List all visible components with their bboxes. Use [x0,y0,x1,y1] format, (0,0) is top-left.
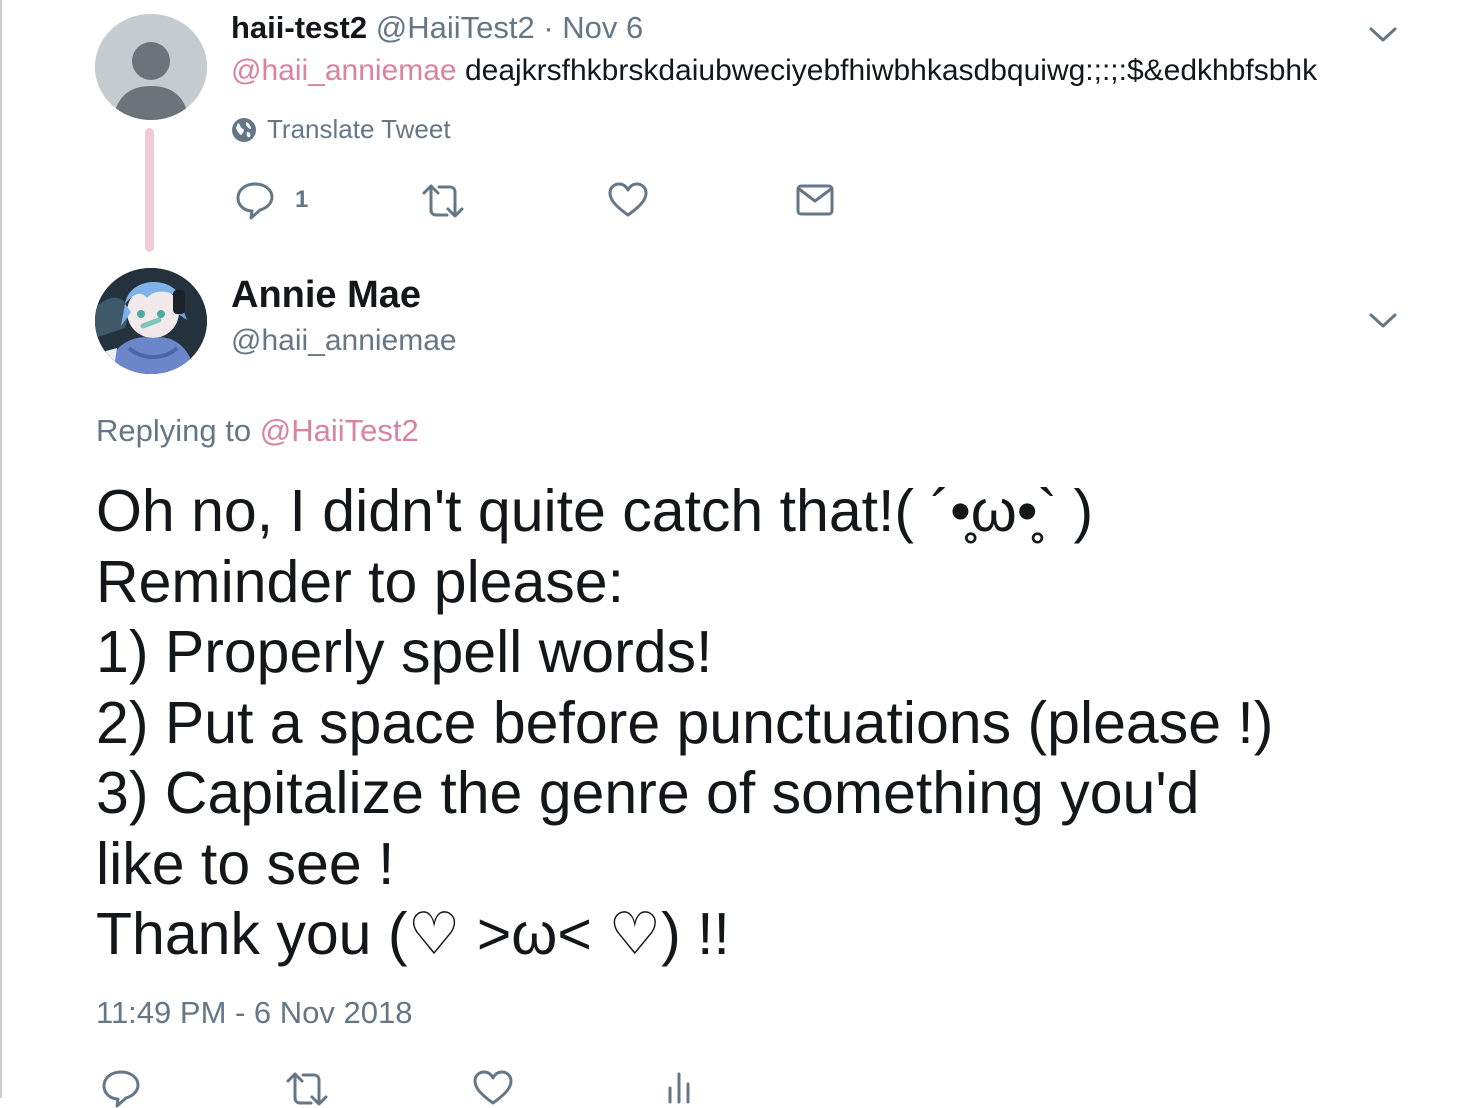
parent-tweet-header: haii-test2 @HaiiTest2 · Nov 6 [231,10,643,46]
analytics-icon [668,1072,690,1104]
parent-mention-link[interactable]: @haii_anniemae [231,54,457,87]
translate-tweet-label: Translate Tweet [267,114,451,144]
parent-retweet-button[interactable] [420,182,466,220]
parent-reply-count: 1 [295,186,309,213]
tweet-text-line: Reminder to please: [96,548,625,615]
message-icon [796,184,834,216]
main-tweet-text: Oh no, I didn't quite catch that!( ´•̥ω•… [96,476,1426,970]
avatar-image [95,268,207,374]
parent-handle[interactable]: @HaiiTest2 [376,10,535,45]
tweet-text-line: Thank you (♡ >ω< ♡) !! [96,901,730,967]
replying-to-line: Replying to @HaiiTest2 [96,413,419,449]
parent-reply-button[interactable]: 1 [235,180,308,220]
main-author-avatar[interactable] [95,268,207,374]
parent-display-name[interactable]: haii-test2 [231,10,367,45]
parent-tweet-text: @haii_anniemae deajkrsfhkbrskdaiubweciye… [231,54,1317,88]
parent-like-button[interactable] [608,182,648,218]
parent-date[interactable]: Nov 6 [562,10,643,45]
tweet-text-line: 1) Properly spell words! [96,619,713,685]
main-retweet-button[interactable] [284,1070,330,1108]
retweet-icon [422,184,464,218]
tweet-text-line: 2) Put a space before punctuations (plea… [96,689,1274,756]
retweet-icon [286,1072,328,1106]
chevron-down-icon[interactable] [1368,24,1398,44]
main-reply-button[interactable] [100,1068,142,1108]
tweet-text-line: like to see ! [96,830,395,897]
default-avatar-icon [95,14,207,120]
chevron-down-icon[interactable] [1368,310,1398,330]
main-handle[interactable]: @haii_anniemae [231,324,457,358]
main-analytics-button[interactable] [666,1070,696,1104]
replying-to-label: Replying to [96,413,252,448]
parent-tweet-body: deajkrsfhkbrskdaiubweciyebfhiwbhkasdbqui… [464,54,1318,87]
reply-icon [236,182,274,220]
main-like-button[interactable] [473,1070,513,1106]
parent-direct-message-button[interactable] [796,183,836,217]
tweet-text-line: Oh no, I didn't quite catch that!( ´•̥ω•… [96,478,1094,544]
translate-tweet-link[interactable]: Translate Tweet [231,114,451,145]
tweet-timestamp[interactable]: 11:49 PM - 6 Nov 2018 [96,995,413,1031]
replying-to-mention-link[interactable]: @HaiiTest2 [260,413,419,448]
globe-icon [232,117,256,142]
header-separator: · [543,10,554,45]
page-left-border [0,0,2,1098]
reply-icon [102,1070,140,1108]
like-icon [608,182,648,217]
like-icon [473,1070,513,1105]
tweet-text-line: 3) Capitalize the genre of something you… [96,760,1200,826]
main-display-name[interactable]: Annie Mae [231,274,421,317]
thread-connector-line [145,128,154,252]
parent-avatar[interactable] [95,14,207,120]
